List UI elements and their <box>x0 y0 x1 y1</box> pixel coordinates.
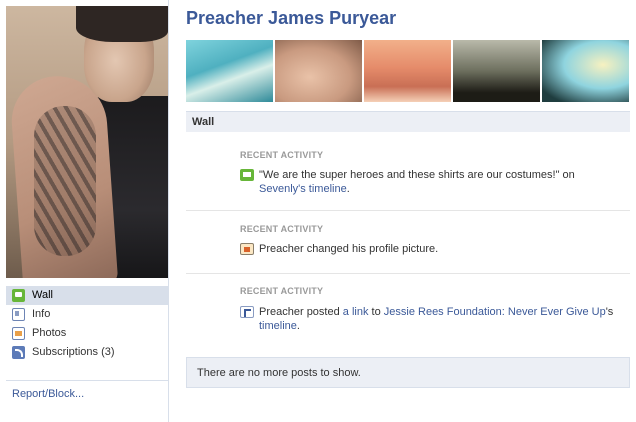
activity-text-part: Preacher posted <box>259 306 343 318</box>
strip-photo-3[interactable] <box>364 40 451 102</box>
activity-text-part: . <box>296 320 300 332</box>
link-icon <box>240 306 254 318</box>
activity-text-part: "We are the super heroes and these shirt… <box>259 169 575 181</box>
info-icon <box>12 308 25 321</box>
activity-divider <box>186 210 630 211</box>
no-more-posts-box: There are no more posts to show. <box>186 357 630 388</box>
strip-photo-4[interactable] <box>453 40 540 102</box>
profile-picture-hair <box>76 6 168 42</box>
activity-text: Preacher posted a link to Jessie Rees Fo… <box>259 305 619 333</box>
activity-label: RECENT ACTIVITY <box>240 150 324 160</box>
strip-photo-2[interactable] <box>275 40 362 102</box>
photos-icon <box>12 327 25 340</box>
a-link-link[interactable]: a link <box>343 306 369 318</box>
strip-photo-5[interactable] <box>542 40 629 102</box>
strip-photo-1[interactable] <box>186 40 273 102</box>
activity-text-part: 's <box>605 306 614 318</box>
wall-header-title: Wall <box>192 116 215 128</box>
profile-picture[interactable] <box>6 6 168 278</box>
wall-icon <box>12 289 25 302</box>
nav-item-label: Photos <box>32 327 67 339</box>
profile-nav: Wall Info Photos Subscriptions (3) <box>6 286 168 362</box>
activity-label: RECENT ACTIVITY <box>240 286 324 296</box>
activity-text-part: . <box>346 183 350 195</box>
nav-item-subscriptions[interactable]: Subscriptions (3) <box>6 343 168 362</box>
nav-item-info[interactable]: Info <box>6 305 168 324</box>
nav-item-label: Info <box>32 308 51 320</box>
profile-picture-icon <box>240 243 254 255</box>
wall-header-bar: Wall <box>186 111 630 132</box>
profile-name[interactable]: Preacher James Puryear <box>186 8 396 29</box>
photo-strip <box>186 40 630 102</box>
nav-item-photos[interactable]: Photos <box>6 324 168 343</box>
report-block-link[interactable]: Report/Block... <box>12 388 84 400</box>
comment-icon <box>240 169 254 181</box>
jessie-rees-link[interactable]: Jessie Rees Foundation: Never Ever Give … <box>384 306 606 318</box>
profile-picture-tattoo <box>34 106 96 256</box>
activity-text: Preacher changed his profile picture. <box>259 243 439 255</box>
activity-divider <box>186 273 630 274</box>
left-column: Wall Info Photos Subscriptions (3) Repor… <box>0 0 169 422</box>
left-divider <box>6 380 168 381</box>
timeline-link[interactable]: timeline <box>309 183 347 195</box>
nav-item-label: Wall <box>32 289 53 301</box>
activity-label: RECENT ACTIVITY <box>240 224 324 234</box>
nav-item-label: Subscriptions <box>32 346 99 358</box>
subscriptions-count: (3) <box>101 346 115 358</box>
nav-item-wall[interactable]: Wall <box>6 286 168 305</box>
timeline-link[interactable]: timeline <box>259 320 297 332</box>
no-more-posts-text: There are no more posts to show. <box>197 367 361 379</box>
activity-text: "We are the super heroes and these shirt… <box>259 168 619 196</box>
activity-text-part: to <box>368 306 384 318</box>
sevenly-link[interactable]: Sevenly's <box>259 183 306 195</box>
subscriptions-icon <box>12 346 25 359</box>
